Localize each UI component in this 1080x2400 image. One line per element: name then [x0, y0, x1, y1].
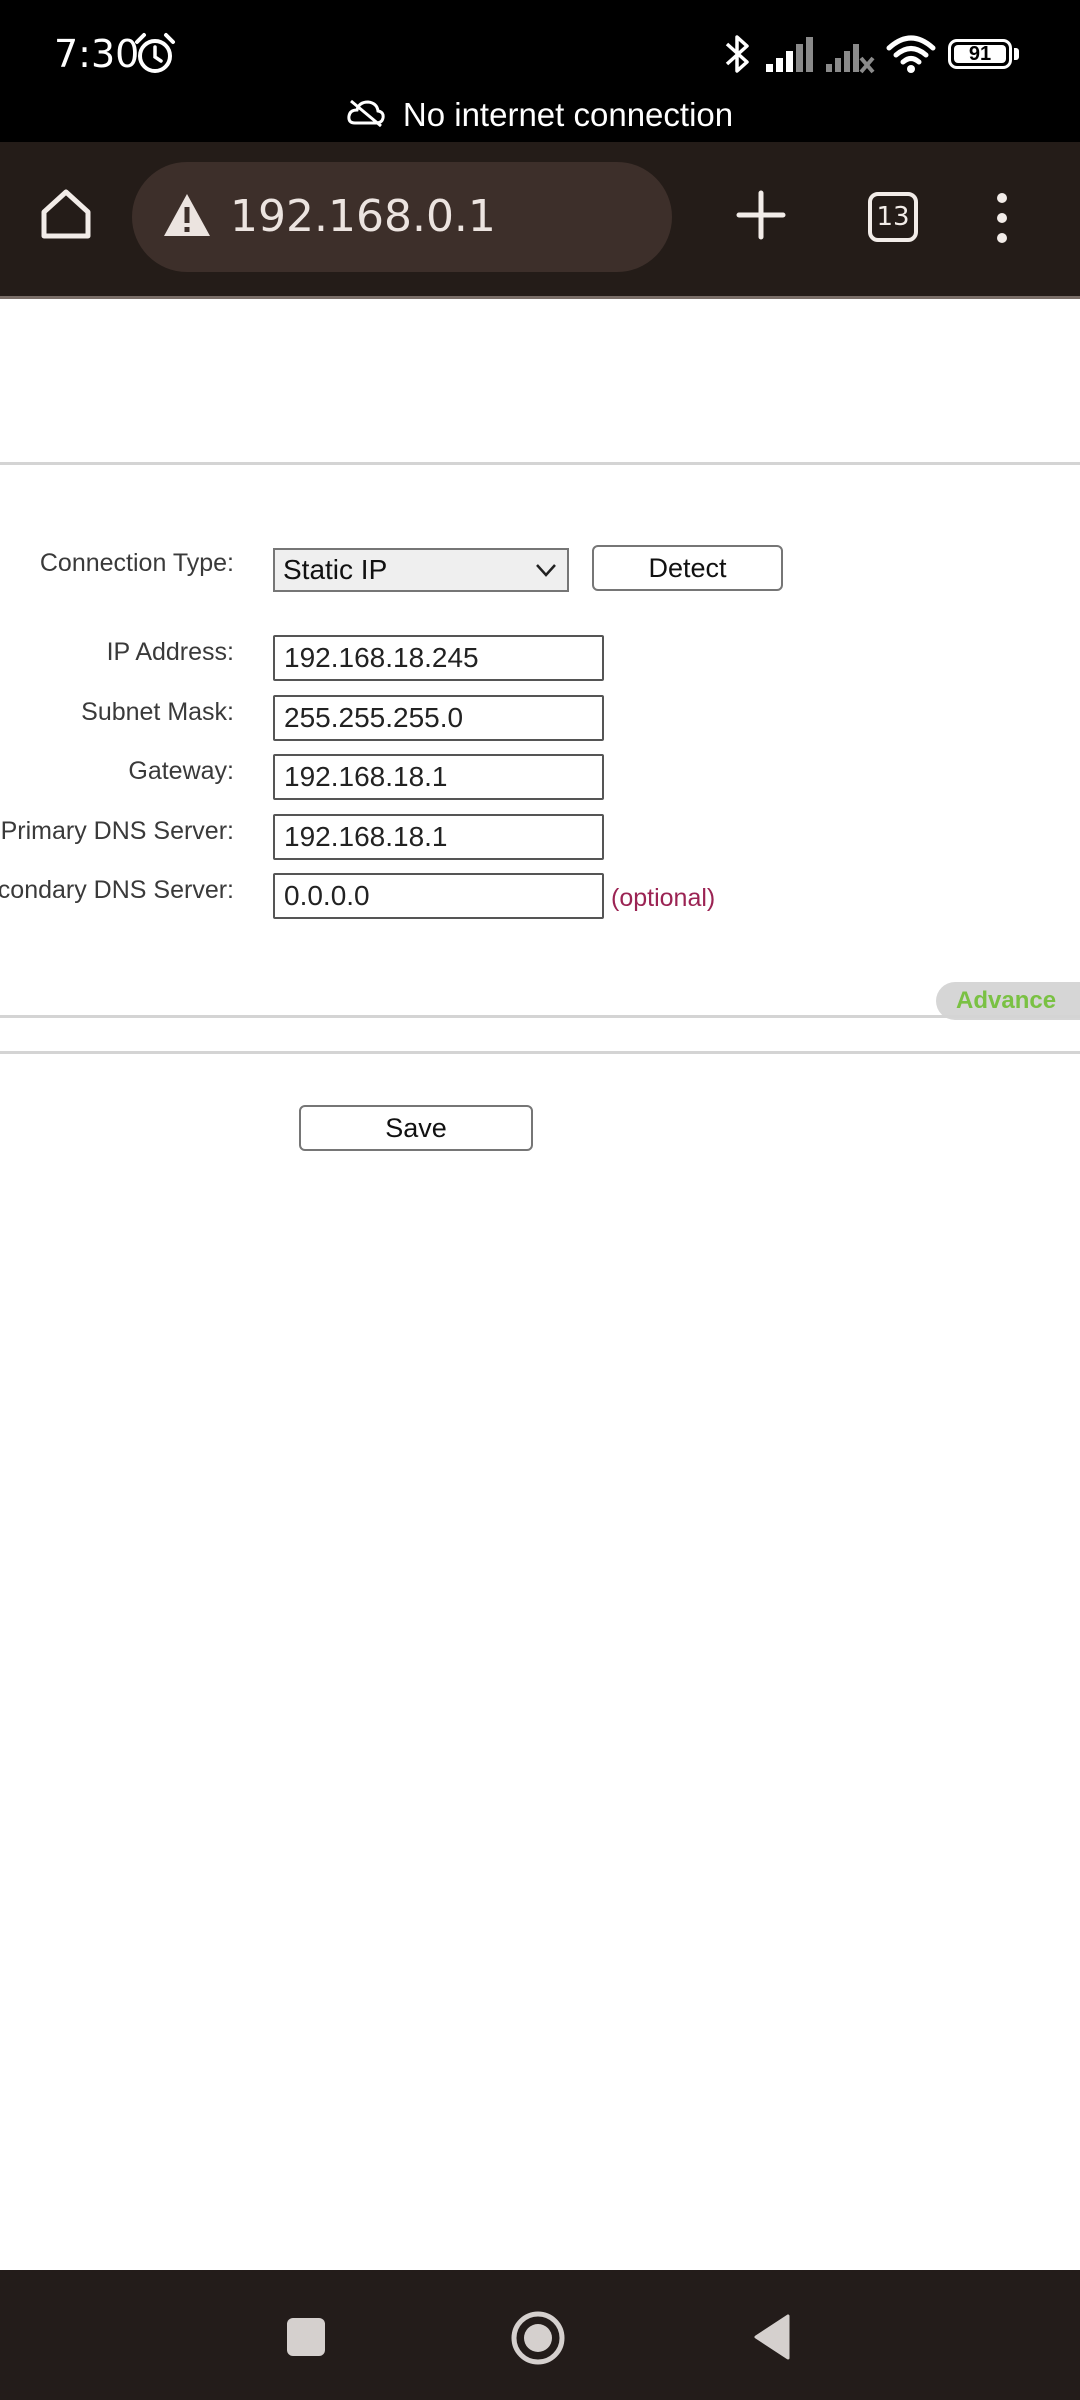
ip-address-label: IP Address: [106, 638, 234, 666]
warning-icon[interactable] [162, 192, 212, 238]
back-icon[interactable] [752, 2312, 792, 2362]
secondary-dns-input[interactable]: 0.0.0.0 [273, 873, 604, 919]
signal-no-service-icon [826, 44, 875, 74]
alarm-icon [135, 33, 175, 73]
signal-icon [766, 37, 813, 72]
navigation-bar [0, 2270, 1080, 2400]
home-nav-icon[interactable] [510, 2310, 566, 2366]
url-text[interactable]: 192.168.0.1 [230, 188, 496, 246]
gateway-input[interactable]: 192.168.18.1 [273, 754, 604, 800]
subnet-mask-label: Subnet Mask: [81, 698, 234, 726]
ip-address-input[interactable]: 192.168.18.245 [273, 635, 604, 681]
more-menu-icon[interactable] [990, 190, 1014, 246]
new-tab-icon[interactable] [736, 190, 786, 240]
section-divider-top [0, 462, 1080, 465]
home-icon[interactable] [38, 186, 94, 242]
tabs-icon[interactable]: 13 [868, 192, 918, 242]
primary-dns-input[interactable]: 192.168.18.1 [273, 814, 604, 860]
cloud-off-icon [347, 100, 385, 128]
subnet-mask-input[interactable]: 255.255.255.0 [273, 695, 604, 741]
network-status: No internet connection [0, 92, 1080, 138]
battery-level: 91 [968, 43, 992, 65]
connection-type-value: Static IP [283, 554, 388, 585]
detect-button[interactable]: Detect [592, 545, 783, 591]
save-button[interactable]: Save [299, 1105, 533, 1151]
status-time: 7:30 [54, 32, 140, 76]
address-bar[interactable]: 192.168.0.1 [132, 162, 672, 272]
section-divider-bottom [0, 1051, 1080, 1054]
optional-note: (optional) [611, 884, 716, 912]
toolbar-divider [0, 296, 1080, 299]
browser-toolbar: 192.168.0.1 13 [0, 142, 1080, 296]
network-status-text: No internet connection [402, 96, 734, 133]
secondary-dns-label: Secondary DNS Server: [0, 876, 234, 904]
connection-type-select[interactable]: Static IP [273, 548, 569, 592]
connection-type-label: Connection Type: [39, 549, 234, 577]
primary-dns-label: Primary DNS Server: [0, 817, 234, 845]
wifi-icon [886, 35, 936, 73]
status-bar: 7:30 91 No internet connection [0, 0, 1080, 142]
gateway-label: Gateway: [128, 757, 234, 785]
section-divider-advance [0, 1015, 1080, 1018]
battery-icon: 91 [948, 39, 1012, 69]
recents-icon[interactable] [287, 2318, 325, 2356]
chevron-down-icon [536, 564, 556, 577]
bluetooth-icon [725, 35, 749, 73]
